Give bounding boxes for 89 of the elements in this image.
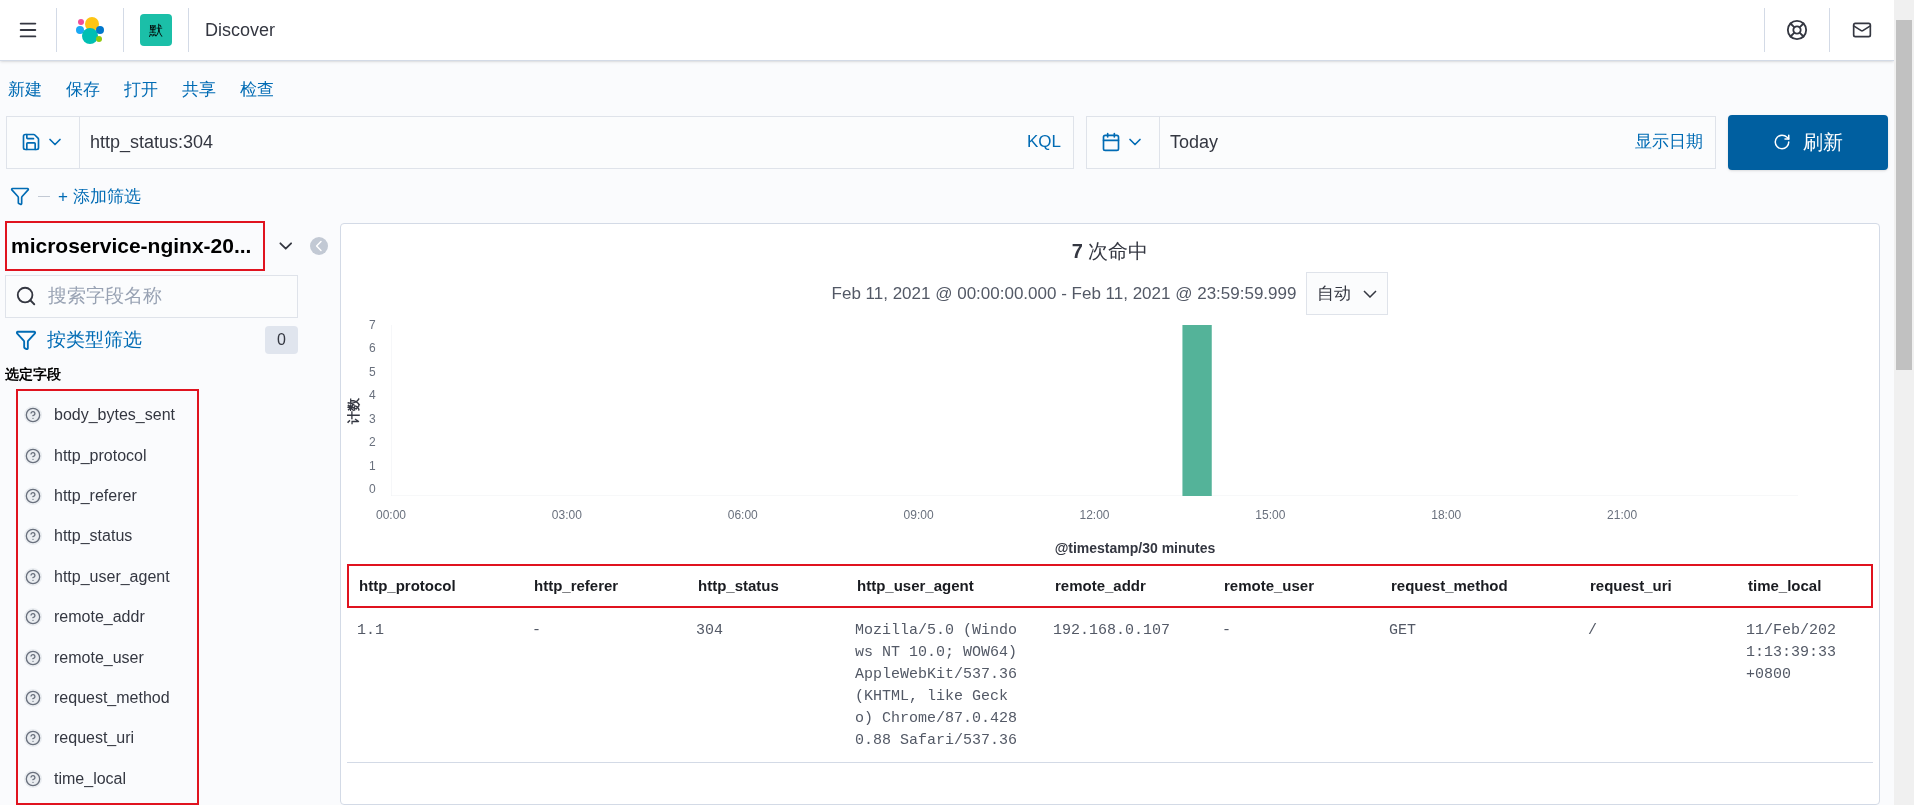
field-name[interactable]: request_method <box>54 686 170 710</box>
column-header[interactable]: http_status <box>698 577 779 594</box>
table-cell-text: Mozilla/5.0 (Windows NT 10.0; WOW64) AppleWebKit/537.36 (KHTML, like Gecko) Chrome/87.0.4280.88 Safari/537.36 <box>855 621 1017 751</box>
field-name[interactable]: remote_user <box>54 645 144 670</box>
top-menu-link[interactable]: 新建 <box>8 77 42 103</box>
y-tick-label: 6 <box>369 342 377 355</box>
field-name[interactable]: http_referer <box>54 484 137 509</box>
y-tick-label: 3 <box>369 412 377 425</box>
field-type-icon <box>24 487 42 506</box>
table-cell-text: GET <box>1389 621 1417 641</box>
field-type-icon <box>24 729 42 748</box>
refresh-icon <box>1773 133 1791 151</box>
refresh-button[interactable]: 刷新 <box>1728 114 1888 170</box>
filter-by-type-button[interactable]: 按类型筛选 <box>47 325 266 355</box>
time-range: Feb 11, 2021 @ 00:00:00.000 - Feb 11, 2021 @ 23:59:59.999 <box>831 282 1297 305</box>
page-title: Discover <box>205 18 275 42</box>
interval-select[interactable]: 自动 <box>1306 272 1389 315</box>
field-name[interactable]: http_status <box>54 524 133 549</box>
calendar-icon <box>1101 132 1121 152</box>
x-tick-label: 12:00 <box>1079 507 1110 524</box>
y-axis-label: 计数 <box>345 397 363 424</box>
y-tick-label: 4 <box>369 389 377 402</box>
filter-count-badge: 0 <box>265 325 298 354</box>
top-menu-link[interactable]: 打开 <box>124 77 158 103</box>
x-tick-label: 18:00 <box>1431 507 1462 524</box>
column-header[interactable]: request_method <box>1391 577 1508 594</box>
column-header[interactable]: time_local <box>1748 577 1822 594</box>
query-language-button[interactable]: KQL <box>1014 116 1073 168</box>
table-cell-text: 1.1 <box>357 621 385 641</box>
field-type-icon <box>24 689 42 707</box>
y-tick-label: 5 <box>369 365 377 378</box>
filter-icon <box>15 328 37 351</box>
y-tick-label: 1 <box>369 459 377 472</box>
query-field[interactable]: http_status:304 <box>80 116 1015 168</box>
caret-icon <box>1363 289 1378 298</box>
field-name[interactable]: remote_addr <box>54 605 145 630</box>
search-icon <box>15 285 37 307</box>
x-tick-label: 03:00 <box>551 507 582 524</box>
y-tick-label: 0 <box>369 482 377 495</box>
top-menu-link[interactable]: 保存 <box>66 77 100 103</box>
filter-icon[interactable] <box>10 186 30 207</box>
table-cell-text: - <box>532 621 542 641</box>
mail-icon[interactable] <box>1852 20 1872 40</box>
field-name[interactable]: http_protocol <box>54 443 147 468</box>
table-cell-text: 192.168.0.107 <box>1053 621 1172 641</box>
top-menu-link[interactable]: 共享 <box>182 77 216 103</box>
table-cell-text: 304 <box>696 621 724 641</box>
column-header[interactable]: remote_addr <box>1055 577 1146 594</box>
x-tick-label: 09:00 <box>903 507 934 524</box>
x-tick-label: 06:00 <box>727 507 758 524</box>
add-filter-link[interactable]: + 添加筛选 <box>58 183 141 209</box>
x-tick-label: 00:00 <box>376 507 406 524</box>
field-type-icon <box>24 527 42 546</box>
y-tick-label: 2 <box>369 436 377 449</box>
x-axis-label: @timestamp/30 minutes <box>1054 540 1216 556</box>
x-tick-label: 15:00 <box>1255 507 1286 524</box>
field-type-icon <box>24 567 42 586</box>
y-tick-label: 7 <box>369 319 377 331</box>
help-icon[interactable] <box>1786 19 1808 41</box>
column-header[interactable]: http_referer <box>534 577 619 594</box>
x-tick-label: 21:00 <box>1607 507 1638 524</box>
show-dates-link[interactable]: 显示日期 <box>1623 116 1715 168</box>
column-header[interactable]: remote_user <box>1224 577 1315 594</box>
field-type-icon <box>24 446 42 465</box>
top-menu-link[interactable]: 检查 <box>240 77 274 103</box>
section-heading: 选定字段 <box>5 365 62 385</box>
field-type-icon <box>24 769 42 788</box>
column-header[interactable]: http_user_agent <box>857 577 974 594</box>
table-cell-text: / <box>1588 621 1598 641</box>
index-pattern-title[interactable]: microservice-nginx-20... <box>11 230 252 262</box>
scrollbar[interactable] <box>1894 0 1914 805</box>
field-name[interactable]: body_bytes_sent <box>54 403 175 428</box>
table-cell-text: 11/Feb/2021:13:39:33 +0800 <box>1746 621 1836 685</box>
field-name[interactable]: time_local <box>54 766 127 791</box>
date-value[interactable]: Today <box>1160 116 1623 168</box>
field-search-field[interactable]: 搜索字段名称 <box>5 275 298 318</box>
field-type-icon <box>24 608 42 627</box>
hit-count: 7 次命中 <box>1071 240 1149 262</box>
save-icon <box>21 132 41 152</box>
table-cell-text: - <box>1222 621 1232 641</box>
field-type-icon <box>24 406 42 425</box>
field-name[interactable]: http_user_agent <box>54 564 170 589</box>
logo-icon[interactable] <box>75 15 105 45</box>
column-header[interactable]: http_protocol <box>359 577 456 594</box>
space-avatar[interactable]: 默 <box>140 14 172 46</box>
field-name[interactable]: request_uri <box>54 726 135 751</box>
column-header[interactable]: request_uri <box>1590 577 1672 594</box>
query-bar[interactable]: http_status:304 KQL <box>6 115 1074 169</box>
field-type-icon <box>24 648 42 667</box>
